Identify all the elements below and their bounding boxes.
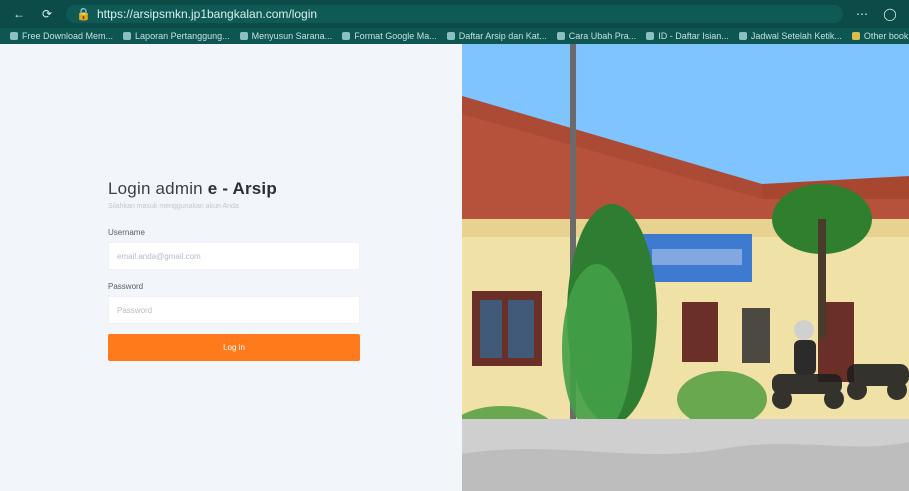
bookmark-item[interactable]: ID - Daftar Isian... — [646, 31, 729, 41]
bookmark-icon — [123, 32, 132, 40]
bookmark-icon — [239, 32, 248, 40]
bookmark-item[interactable]: Format Google Ma... — [342, 31, 437, 41]
address-text: https://arsipsmkn.jp1bangkalan.com/login — [96, 7, 318, 21]
lock-icon: 🔒 — [76, 7, 91, 21]
login-title-e: e — [207, 179, 218, 198]
bookmark-item[interactable]: Menyusun Sarana... — [239, 31, 332, 41]
address-bar[interactable]: 🔒 https://arsipsmkn.jp1bangkalan.com/log… — [66, 5, 843, 23]
extensions-icon[interactable]: ⋯ — [853, 5, 871, 23]
username-label: Username — [108, 228, 145, 237]
password-input[interactable]: Password — [108, 296, 360, 324]
bookmark-icon — [646, 32, 655, 40]
login-button-label: Log in — [223, 343, 245, 352]
username-placeholder: email.anda@gmail.com — [117, 251, 201, 261]
bookmark-item[interactable]: Free Download Mem... — [10, 31, 113, 41]
password-label: Password — [108, 282, 144, 291]
password-placeholder: Password — [117, 305, 153, 315]
login-panel: Login admin e - Arsip Silahkan masuk men… — [0, 44, 462, 491]
back-icon[interactable]: ← — [10, 5, 28, 23]
login-form: Login admin e - Arsip Silahkan masuk men… — [108, 179, 360, 361]
bookmark-icon — [342, 32, 351, 40]
login-subtitle: Silahkan masuk menggunakan akun Anda — [108, 203, 239, 210]
profile-icon[interactable]: ◯ — [881, 5, 899, 23]
login-title: Login admin e - Arsip — [108, 179, 360, 199]
login-button[interactable]: Log in — [108, 334, 360, 361]
school-photo — [462, 44, 909, 491]
bookmark-icon — [446, 32, 455, 40]
bookmark-icon — [556, 32, 565, 40]
login-title-suffix: - Arsip — [217, 179, 277, 198]
bookmark-item[interactable]: Daftar Arsip dan Kat... — [446, 31, 547, 41]
building-photo-illustration — [462, 44, 909, 491]
bookmark-icon — [738, 32, 747, 40]
folder-icon — [851, 32, 860, 40]
username-input[interactable]: email.anda@gmail.com — [108, 242, 360, 270]
reload-icon[interactable]: ⟳ — [38, 5, 56, 23]
bookmark-item[interactable]: Laporan Pertanggung... — [123, 31, 230, 41]
bookmarks-bar: Free Download Mem... Laporan Pertanggung… — [0, 28, 909, 44]
bookmark-item[interactable]: Other bookmarks — [851, 31, 909, 41]
bookmark-icon — [10, 32, 18, 40]
login-title-prefix: Login admin — [108, 179, 208, 198]
page-content: Login admin e - Arsip Silahkan masuk men… — [0, 44, 909, 491]
bookmark-item[interactable]: Jadwal Setelah Ketik... — [738, 31, 842, 41]
browser-toolbar: ← ⟳ 🔒 https://arsipsmkn.jp1bangkalan.com… — [0, 0, 909, 28]
bookmark-item[interactable]: Cara Ubah Pra... — [556, 31, 636, 41]
